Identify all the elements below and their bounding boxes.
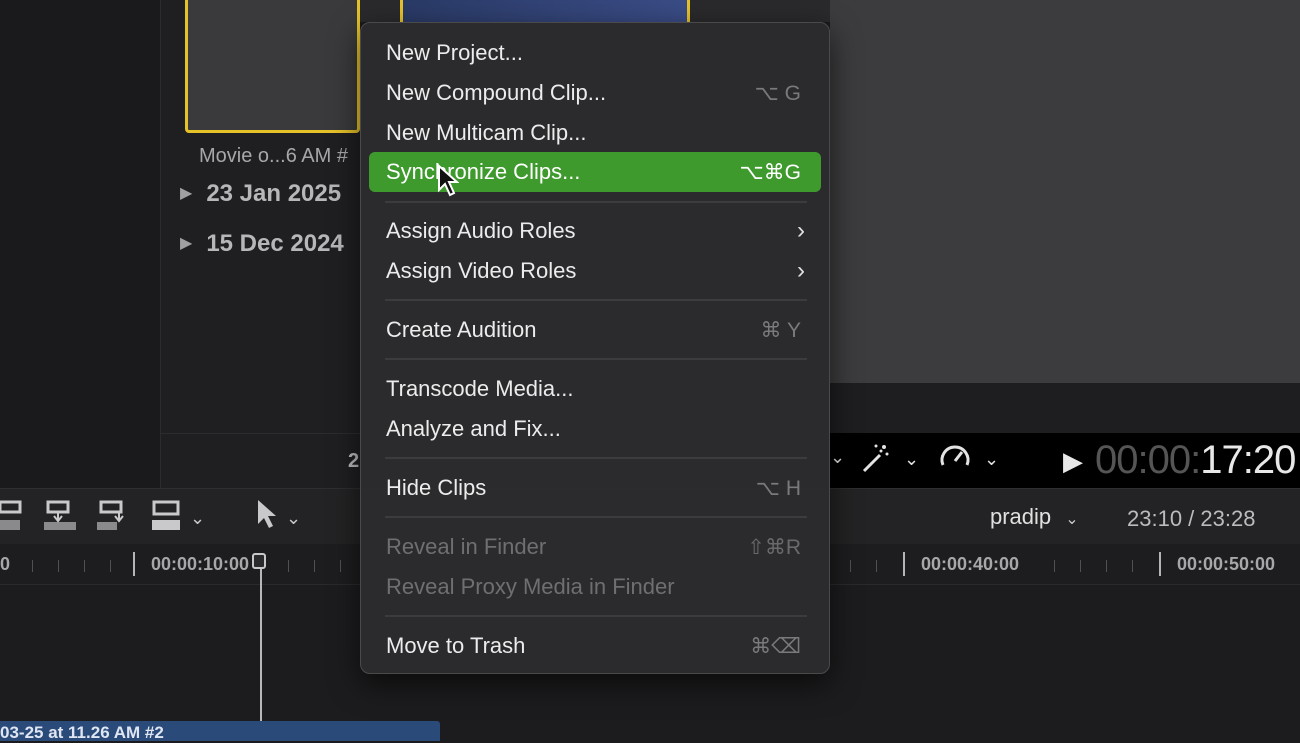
menu-item-shortcut: ⌥ G — [754, 82, 801, 105]
overwrite-clip-icon[interactable] — [152, 498, 184, 542]
menu-item-reveal-proxy-media: Reveal Proxy Media in Finder — [369, 567, 821, 607]
ruler-tick — [1054, 560, 1055, 572]
context-menu: New Project... New Compound Clip... ⌥ G N… — [360, 22, 830, 674]
menu-item-move-to-trash[interactable]: Move to Trash ⌘⌫ — [369, 626, 821, 666]
chevron-down-icon[interactable]: ⌄ — [984, 449, 999, 470]
menu-item-assign-video-roles[interactable]: Assign Video Roles › — [369, 251, 821, 291]
menu-item-reveal-in-finder: Reveal in Finder ⇧⌘R — [369, 527, 821, 567]
timecode-value: 17:20 — [1200, 438, 1296, 482]
menu-item-label: Assign Audio Roles — [386, 218, 576, 243]
play-icon[interactable]: ▶ — [1063, 446, 1083, 477]
menu-item-shortcut: ⇧⌘R — [747, 536, 801, 559]
ruler-tick — [288, 560, 289, 572]
menu-item-label: New Compound Clip... — [386, 80, 607, 105]
clip-caption: Movie o...6 AM # — [199, 145, 348, 167]
ruler-tick — [314, 560, 315, 572]
menu-item-new-compound-clip[interactable]: New Compound Clip... ⌥ G — [369, 73, 821, 113]
menu-item-label: Hide Clips — [386, 475, 487, 500]
menu-item-shortcut: ⌥ H — [755, 477, 801, 500]
menu-separator — [385, 615, 807, 617]
event-label: 15 Dec 2024 — [206, 230, 344, 257]
connect-clip-icon[interactable] — [0, 498, 24, 542]
ruler-tick — [32, 560, 33, 572]
project-selector[interactable]: pradip ⌄ — [990, 504, 1079, 530]
menu-item-label: Analyze and Fix... — [386, 416, 561, 441]
submenu-arrow-icon: › — [797, 257, 805, 284]
ruler-label: 00:00:10:00 — [151, 554, 250, 574]
menu-item-label: Reveal in Finder — [386, 534, 547, 559]
menu-item-label: Reveal Proxy Media in Finder — [386, 574, 675, 599]
ruler-tick — [1106, 560, 1107, 572]
browser-status-text: 2 — [348, 450, 360, 472]
ruler-tick-major — [1159, 552, 1161, 576]
magic-wand-icon[interactable] — [858, 441, 892, 482]
event-row-23-jan[interactable]: ▶ 23 Jan 2025 — [180, 180, 360, 208]
menu-item-label: Create Audition — [386, 317, 537, 342]
viewer-canvas — [830, 0, 1300, 383]
playhead-handle[interactable] — [252, 553, 266, 569]
select-tool-arrow-icon[interactable] — [255, 498, 279, 538]
project-name: pradip — [990, 504, 1052, 529]
timecode-dim: 00:00: — [1095, 438, 1201, 482]
menu-item-shortcut: ⌥⌘G — [739, 161, 801, 184]
chevron-down-icon[interactable]: ⌄ — [190, 508, 205, 529]
clip-thumbnail-selected[interactable] — [185, 0, 360, 133]
menu-separator — [385, 457, 807, 459]
ruler-label: 00:00:50:00 — [1177, 554, 1276, 574]
ruler-tick — [340, 560, 341, 572]
event-label: 23 Jan 2025 — [206, 180, 342, 207]
menu-item-assign-audio-roles[interactable]: Assign Audio Roles › — [369, 211, 821, 251]
divider — [160, 433, 360, 434]
ruler-label: 0 — [0, 554, 11, 574]
viewer-divider — [830, 383, 1300, 433]
menu-item-label: Transcode Media... — [386, 376, 574, 401]
chevron-down-icon[interactable]: ⌄ — [286, 508, 301, 529]
playhead[interactable] — [260, 556, 262, 741]
timeline-clip-label: 03-25 at 11.26 AM #2 — [0, 723, 164, 742]
ruler-tick — [876, 560, 877, 572]
disclosure-triangle-icon[interactable]: ▶ — [180, 235, 192, 252]
chevron-down-icon[interactable]: ⌄ — [904, 449, 919, 470]
menu-item-shortcut: ⌘ Y — [760, 319, 801, 342]
menu-separator — [385, 299, 807, 301]
ruler-tick — [58, 560, 59, 572]
insert-clip-icon[interactable] — [44, 498, 76, 542]
menu-item-label: Assign Video Roles — [386, 258, 577, 283]
ruler-tick — [1080, 560, 1081, 572]
submenu-arrow-icon: › — [797, 217, 805, 244]
menu-item-new-project[interactable]: New Project... — [369, 33, 821, 73]
ruler-tick-major — [133, 552, 135, 576]
menu-separator — [385, 358, 807, 360]
ruler-label: 00:00:40:00 — [921, 554, 1020, 574]
menu-item-label: Move to Trash — [386, 633, 526, 658]
ruler-tick — [1132, 560, 1133, 572]
menu-item-hide-clips[interactable]: Hide Clips ⌥ H — [369, 468, 821, 508]
append-clip-icon[interactable] — [97, 498, 129, 542]
menu-item-analyze-and-fix[interactable]: Analyze and Fix... — [369, 409, 821, 449]
speedometer-icon[interactable] — [938, 441, 972, 482]
mouse-pointer-icon — [437, 163, 460, 203]
audio-waveform-thumbnail[interactable] — [400, 0, 690, 22]
menu-separator — [385, 516, 807, 518]
event-row-15-dec[interactable]: ▶ 15 Dec 2024 — [180, 230, 360, 258]
menu-item-label: Synchronize Clips... — [386, 159, 581, 184]
ruler-tick — [84, 560, 85, 572]
menu-item-transcode-media[interactable]: Transcode Media... — [369, 369, 821, 409]
menu-item-new-multicam-clip[interactable]: New Multicam Clip... — [369, 113, 821, 153]
menu-item-label: New Multicam Clip... — [386, 120, 587, 145]
chevron-down-icon: ⌄ — [1065, 511, 1079, 528]
chevron-down-icon[interactable]: ⌄ — [830, 447, 845, 468]
disclosure-triangle-icon[interactable]: ▶ — [180, 185, 192, 202]
ruler-tick-major — [903, 552, 905, 576]
menu-item-create-audition[interactable]: Create Audition ⌘ Y — [369, 310, 821, 350]
project-duration: 23:10 / 23:28 — [1127, 506, 1256, 531]
timecode-display: 00:00:17:20 — [1095, 438, 1296, 483]
ruler-tick — [110, 560, 111, 572]
menu-item-label: New Project... — [386, 40, 523, 65]
ruler-tick — [850, 560, 851, 572]
menu-item-shortcut: ⌘⌫ — [750, 635, 801, 658]
libraries-sidebar — [0, 0, 161, 488]
